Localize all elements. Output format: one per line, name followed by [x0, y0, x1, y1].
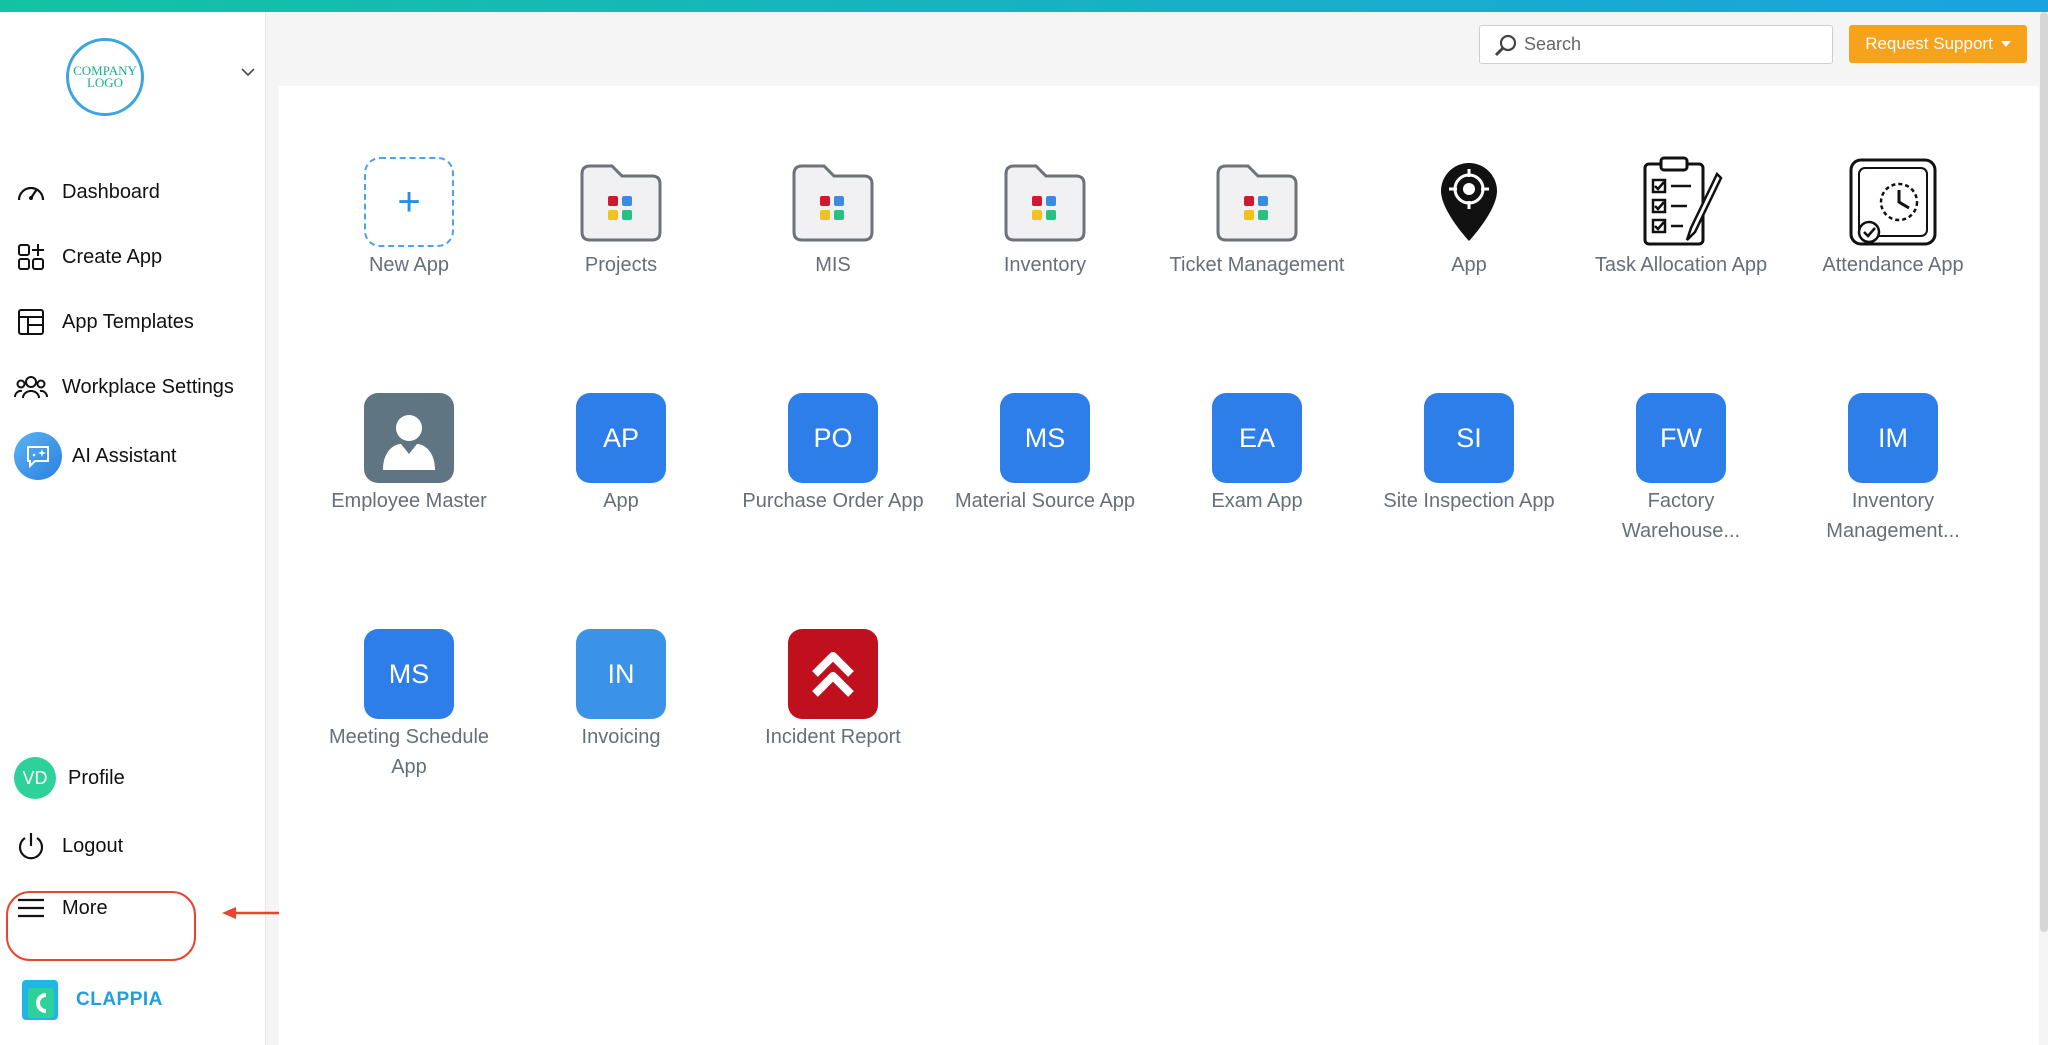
app-tile-mis[interactable]: MIS — [738, 156, 928, 280]
search-input[interactable] — [1524, 34, 1824, 55]
company-logo-text: COMPANY LOGO — [73, 63, 137, 90]
template-icon — [14, 305, 48, 339]
sidebar-item-label: App Templates — [62, 310, 194, 333]
sidebar-item-label: More — [62, 896, 108, 919]
attendance-clock-icon — [1847, 156, 1939, 248]
app-tile-label: Inventory — [1003, 254, 1087, 276]
folder-icon — [999, 156, 1091, 248]
sidebar-item-ai-assistant[interactable]: AI Assistant — [14, 432, 177, 480]
power-icon — [14, 829, 48, 863]
top-accent-bar — [0, 0, 2048, 12]
app-tile-site-inspection[interactable]: SI Site Inspection App — [1374, 392, 1564, 516]
app-tile-factory-warehouse[interactable]: FW Factory Warehouse... — [1586, 392, 1776, 546]
app-initials-badge: FW — [1636, 393, 1726, 483]
sidebar-item-logout[interactable]: Logout — [14, 826, 123, 866]
sidebar-item-workplace-settings[interactable]: Workplace Settings — [14, 367, 234, 407]
clappia-brand[interactable]: CLAPPIA — [20, 978, 163, 1022]
app-tile-label: Inventory Management... — [1826, 490, 1960, 542]
app-tile-purchase-order[interactable]: PO Purchase Order App — [738, 392, 928, 516]
app-initials-badge: IM — [1848, 393, 1938, 483]
sidebar-item-label: Logout — [62, 834, 124, 857]
sidebar-item-label: AI Assistant — [72, 444, 177, 467]
scrollbar[interactable] — [2040, 12, 2048, 932]
app-tile-invoicing[interactable]: IN Invoicing — [526, 628, 716, 752]
app-initials-badge: IN — [576, 629, 666, 719]
request-support-button[interactable]: Request Support — [1849, 25, 2027, 63]
folder-icon — [1211, 156, 1303, 248]
app-tile-label: Factory Warehouse... — [1621, 490, 1741, 542]
app-initials-badge: SI — [1424, 393, 1514, 483]
sidebar-item-label: Dashboard — [62, 180, 160, 203]
chevron-down-icon[interactable] — [240, 67, 256, 77]
clipboard-checklist-icon — [1635, 156, 1727, 248]
app-tile-label: Invoicing — [581, 726, 661, 748]
app-tile-attendance[interactable]: Attendance App — [1798, 156, 1988, 280]
app-initials-badge: MS — [1000, 393, 1090, 483]
app-tile-label: Attendance App — [1822, 254, 1964, 276]
app-tile-label: Material Source App — [954, 490, 1136, 512]
avatar: VD — [14, 757, 56, 799]
search-icon — [1494, 34, 1517, 56]
app-tile-label: New App — [368, 254, 450, 276]
people-icon — [14, 370, 48, 404]
hamburger-menu-icon — [14, 891, 48, 925]
app-tile-label: MIS — [815, 254, 851, 276]
request-support-label: Request Support — [1865, 34, 1993, 53]
add-grid-icon — [14, 240, 48, 274]
app-tile-material-source[interactable]: MS Material Source App — [950, 392, 1140, 516]
app-tile-label: App — [603, 490, 639, 512]
sidebar-item-more[interactable]: More — [14, 888, 108, 928]
app-tile-app-location[interactable]: App — [1374, 156, 1564, 280]
app-tile-inventory[interactable]: Inventory — [950, 156, 1140, 280]
app-tile-label: Exam App — [1211, 490, 1303, 512]
brand-name: CLAPPIA — [76, 989, 163, 1010]
folder-icon — [575, 156, 667, 248]
sidebar-item-create-app[interactable]: Create App — [14, 237, 162, 277]
incident-chevrons-icon — [788, 629, 878, 719]
speedometer-icon — [14, 175, 48, 209]
app-tile-label: Site Inspection App — [1383, 490, 1555, 512]
sidebar: COMPANY LOGO Dashboard Create App App Te… — [0, 12, 266, 1045]
app-tile-exam[interactable]: EA Exam App — [1162, 392, 1352, 516]
app-initials-badge: MS — [364, 629, 454, 719]
search-input-wrapper[interactable] — [1479, 25, 1833, 64]
app-initials-badge: PO — [788, 393, 878, 483]
sidebar-item-label: Profile — [68, 766, 125, 789]
app-tile-projects[interactable]: Projects — [526, 156, 716, 280]
sidebar-item-profile[interactable]: VD Profile — [14, 757, 125, 799]
app-tile-label: App — [1451, 254, 1487, 276]
app-tile-employee-master[interactable]: Employee Master — [314, 392, 504, 516]
person-icon — [364, 393, 454, 483]
app-tile-incident-report[interactable]: Incident Report — [738, 628, 928, 752]
app-tile-meeting-schedule[interactable]: MS Meeting Schedule App — [314, 628, 504, 782]
location-pin-icon — [1423, 156, 1515, 248]
app-tile-new-app[interactable]: + New App — [314, 156, 504, 280]
clappia-logo-icon — [22, 980, 58, 1020]
app-grid-panel: + New App Projects MIS Inventory Ticket … — [279, 86, 2039, 1045]
company-logo[interactable]: COMPANY LOGO — [66, 38, 144, 116]
folder-icon — [787, 156, 879, 248]
app-tile-app-ap[interactable]: AP App — [526, 392, 716, 516]
sidebar-item-app-templates[interactable]: App Templates — [14, 302, 194, 342]
ai-chat-icon — [14, 432, 62, 480]
sidebar-item-label: Workplace Settings — [62, 375, 234, 398]
sidebar-item-label: Create App — [62, 245, 163, 268]
app-tile-label: Ticket Management — [1169, 254, 1345, 276]
app-tile-label: Incident Report — [765, 726, 901, 748]
app-initials-badge: EA — [1212, 393, 1302, 483]
app-tile-label: Task Allocation App — [1594, 254, 1768, 276]
app-initials-badge: AP — [576, 393, 666, 483]
app-tile-task-allocation[interactable]: Task Allocation App — [1586, 156, 1776, 280]
plus-icon: + — [364, 157, 454, 247]
sidebar-item-dashboard[interactable]: Dashboard — [14, 172, 160, 212]
app-tile-inventory-management[interactable]: IM Inventory Management... — [1798, 392, 1988, 546]
app-tile-label: Employee Master — [331, 490, 487, 512]
caret-down-icon — [2000, 41, 2011, 47]
app-tile-label: Projects — [584, 254, 658, 276]
app-tile-label: Meeting Schedule App — [328, 726, 490, 778]
app-tile-label: Purchase Order App — [742, 490, 924, 512]
app-tile-ticket-management[interactable]: Ticket Management — [1162, 156, 1352, 280]
